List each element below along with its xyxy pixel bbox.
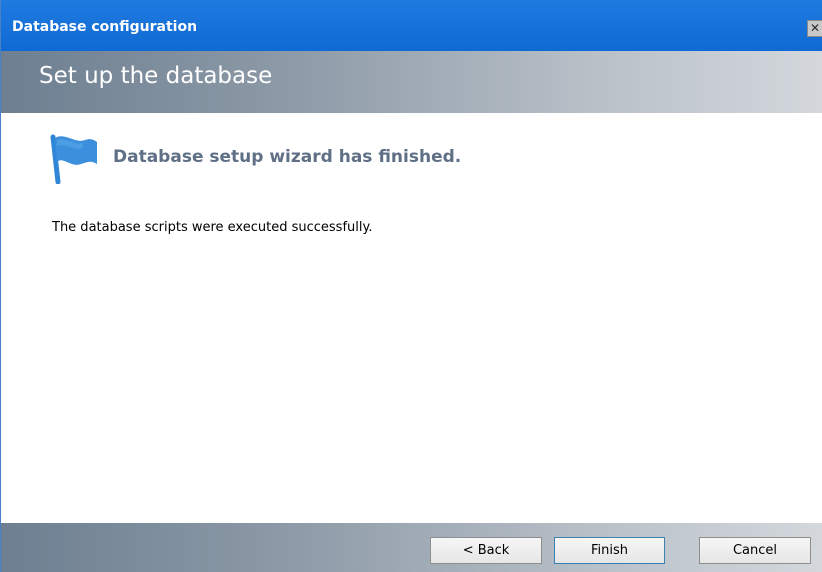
finish-button[interactable]: Finish [554,537,665,564]
finished-heading: Database setup wizard has finished. [113,147,462,167]
title-bar: Database configuration ✕ [1,0,822,51]
result-message: The database scripts were executed succe… [52,220,373,235]
window-title: Database configuration [12,19,198,35]
page-heading: Set up the database [39,63,273,89]
close-icon: ✕ [809,21,821,35]
back-button[interactable]: < Back [430,537,542,564]
cancel-button[interactable]: Cancel [699,537,811,564]
header-band: Set up the database [1,51,822,113]
flag-icon [50,134,97,184]
database-configuration-window: Database configuration ✕ Set up the data… [0,0,822,572]
close-button[interactable]: ✕ [807,20,822,37]
content-area: Database setup wizard has finished. The … [1,113,822,551]
